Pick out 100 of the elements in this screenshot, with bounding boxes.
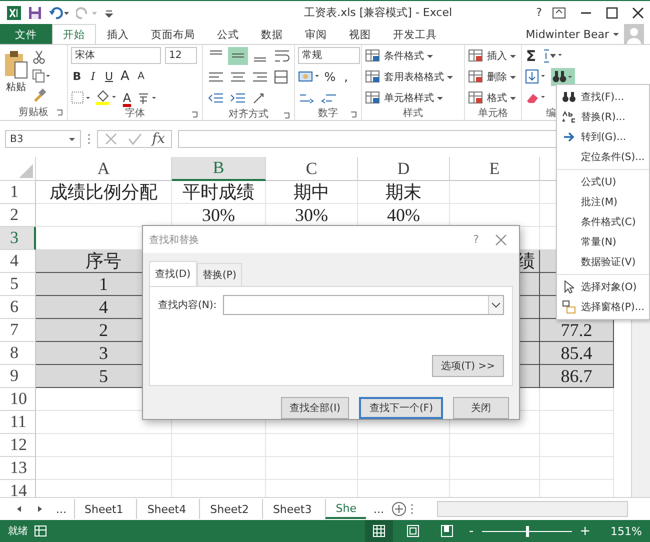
menu-item[interactable]: 批注(M) [557, 192, 649, 212]
more-sheets-button[interactable]: ... [52, 502, 70, 516]
menu-item[interactable]: 数据验证(V) [557, 252, 649, 272]
check-icon[interactable] [128, 132, 142, 146]
row-header[interactable]: 1 [0, 181, 36, 204]
row-header[interactable]: 14 [0, 480, 36, 497]
cells-menu-button[interactable]: 删除 [468, 68, 516, 85]
maximize-icon[interactable] [606, 6, 618, 18]
decrease-font-button[interactable]: A [135, 71, 147, 82]
fill-down-icon[interactable] [525, 68, 547, 84]
ribbon-tab[interactable]: 视图 [338, 24, 382, 44]
sheet-tab[interactable]: She [324, 499, 366, 519]
menu-item[interactable]: 替换(R)... [557, 107, 649, 127]
ribbon-tab[interactable]: 插入 [96, 24, 140, 44]
row-header[interactable]: 11 [0, 411, 36, 434]
number-format-dropdown[interactable]: 常规 [298, 47, 360, 64]
menu-item[interactable]: 转到(G)... [557, 127, 649, 147]
menu-item[interactable]: 公式(U) [557, 169, 649, 192]
sheet-tab[interactable]: Sheet4 [136, 499, 196, 519]
menu-item[interactable]: 定位条件(S)... [557, 147, 649, 167]
name-box[interactable]: B3 [5, 130, 81, 148]
cells-menu-button[interactable]: 格式 [468, 89, 516, 106]
font-name-dropdown[interactable]: 宋体 [71, 47, 161, 64]
ribbon-tab[interactable]: 开发工具 [382, 24, 448, 44]
style-menu-button[interactable]: 单元格样式 [365, 89, 453, 106]
sort-filter-icon[interactable] [541, 48, 563, 64]
more-sheets-button[interactable]: ... [369, 502, 388, 516]
zoom-level[interactable]: 151% [610, 524, 642, 538]
options-button[interactable]: 选项(T) >> [432, 355, 504, 377]
fill-color-icon[interactable] [95, 90, 117, 106]
sheet-tab[interactable]: Sheet2 [199, 499, 259, 519]
copy-icon[interactable] [32, 69, 50, 83]
menu-item[interactable]: 常量(N) [557, 232, 649, 252]
sheet-tab[interactable]: Sheet3 [262, 499, 322, 519]
normal-view-button[interactable] [364, 520, 393, 542]
scissors-icon[interactable] [32, 50, 46, 64]
dialog-launcher-icon[interactable] [350, 111, 358, 119]
currency-icon[interactable] [298, 68, 320, 84]
search-icon[interactable] [551, 68, 575, 86]
phonetic-guide-icon[interactable] [137, 90, 157, 104]
vertical-align-icon[interactable] [228, 47, 248, 65]
menu-item[interactable]: 选择窗格(P)... [557, 297, 649, 317]
dialog-launcher-icon[interactable] [191, 111, 199, 119]
ribbon-tab[interactable]: 数据 [250, 24, 294, 44]
add-sheet-icon[interactable] [390, 501, 407, 517]
font-color-button[interactable]: A [121, 90, 133, 104]
number-style-button[interactable]: % [324, 70, 336, 84]
paste-button[interactable]: 粘贴 [3, 47, 29, 104]
horizontal-scrollbar[interactable] [436, 501, 628, 517]
menu-item[interactable]: 选择对象(O) [557, 274, 649, 297]
close-icon[interactable] [632, 6, 644, 18]
column-header[interactable]: E [450, 157, 540, 181]
zoom-slider-thumb[interactable] [526, 526, 529, 536]
ribbon-tab[interactable]: 公式 [206, 24, 250, 44]
dialog-button[interactable]: 查找下一个(F) [359, 397, 443, 419]
save-icon[interactable] [28, 6, 42, 20]
dialog-button[interactable]: 查找全部(I) [280, 397, 350, 419]
autosum-button[interactable]: Σ [525, 46, 537, 64]
font-style-button[interactable]: U [103, 70, 115, 83]
style-menu-button[interactable]: 条件格式 [365, 47, 453, 64]
dialog-launcher-icon[interactable] [56, 109, 64, 117]
zoom-out-button[interactable]: - [466, 524, 476, 538]
dialog-launcher-icon[interactable] [283, 112, 291, 120]
row-header[interactable]: 3 [0, 227, 36, 250]
column-header[interactable]: D [358, 157, 450, 181]
dialog-tab[interactable]: 替换(P) [196, 263, 242, 286]
menu-item[interactable]: 条件格式(C) [557, 212, 649, 232]
column-header[interactable]: B [172, 157, 266, 181]
font-style-button[interactable]: I [87, 70, 99, 83]
find-what-field[interactable] [222, 295, 504, 316]
increase-font-button[interactable]: A [119, 69, 131, 84]
borders-icon[interactable] [71, 90, 91, 104]
group-label: 编 [546, 106, 556, 120]
row-header[interactable]: 10 [0, 388, 36, 411]
caret-icon [427, 52, 433, 58]
menu-item[interactable]: 查找(F)... [557, 87, 649, 107]
ribbon-display-icon[interactable] [552, 6, 566, 18]
column-header[interactable]: C [266, 157, 358, 181]
paintbrush-icon[interactable] [32, 88, 46, 102]
row-header[interactable]: 13 [0, 457, 36, 480]
style-menu-button[interactable]: 套用表格格式 [365, 68, 453, 85]
file-tab[interactable]: 文件 [0, 24, 52, 44]
ribbon-tab[interactable]: 审阅 [294, 24, 338, 44]
font-style-button[interactable]: B [71, 70, 83, 83]
cells-menu-button[interactable]: 插入 [468, 47, 516, 64]
ribbon-tab[interactable]: 页面布局 [140, 24, 206, 44]
sheet-tab[interactable]: Sheet1 [74, 499, 134, 519]
user-name[interactable]: Midwinter Bear [526, 28, 609, 40]
dialog-button[interactable]: 关闭 [453, 397, 509, 419]
insert-function-button[interactable]: fx [152, 131, 166, 147]
dialog-tab[interactable]: 查找(D) [149, 261, 197, 286]
macro-record-icon[interactable] [34, 524, 48, 538]
font-size-dropdown[interactable]: 12 [165, 47, 197, 64]
zoom-in-button[interactable]: + [578, 524, 593, 538]
undo-icon[interactable] [48, 6, 70, 20]
row-header[interactable]: 12 [0, 434, 36, 457]
number-style-button[interactable]: , [340, 70, 352, 84]
help-button[interactable]: ? [473, 233, 479, 246]
help-button[interactable]: ? [532, 6, 546, 19]
ribbon-tab[interactable]: 开始 [52, 24, 96, 44]
